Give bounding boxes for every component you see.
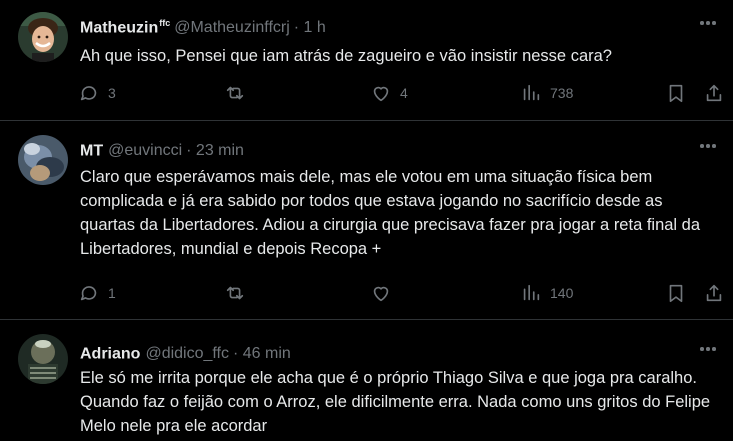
like-button[interactable]: 4 — [370, 78, 408, 108]
bookmark-icon — [669, 284, 683, 303]
handle[interactable]: @didico_ffc — [145, 345, 229, 362]
tweet-actions: 3 4 738 — [70, 78, 733, 108]
share-button[interactable] — [703, 278, 725, 308]
tweet-actions: 1 140 — [70, 278, 733, 308]
share-icon — [706, 84, 722, 102]
avatar[interactable] — [18, 12, 68, 62]
heart-icon — [373, 86, 389, 102]
tweet[interactable]: MT @euvincci · 23 min Claro que esperávamo… — [0, 121, 733, 320]
bookmark-button[interactable] — [665, 78, 687, 108]
reply-icon — [80, 86, 97, 101]
display-name[interactable]: Matheuzin — [80, 19, 158, 36]
avatar[interactable] — [18, 135, 68, 185]
tweet-text: Ele só me irrita porque ele acha que é o… — [80, 369, 711, 435]
reply-icon — [80, 286, 97, 301]
timestamp[interactable]: · 1 h — [294, 19, 326, 36]
avatar[interactable] — [18, 334, 68, 384]
heart-icon — [373, 286, 389, 302]
more-icon[interactable] — [697, 135, 719, 157]
timestamp[interactable]: · 23 min — [186, 142, 244, 159]
reply-count: 1 — [108, 285, 116, 301]
display-name[interactable]: MT — [80, 142, 103, 159]
more-icon[interactable] — [697, 12, 719, 34]
tweet-header: Matheuzinffc @Matheuzinffcrj · 1 h — [80, 12, 673, 36]
display-name[interactable]: Adriano — [80, 345, 140, 362]
retweet-icon — [226, 286, 244, 300]
views-count: 738 — [550, 85, 574, 101]
retweet-button[interactable] — [224, 78, 254, 108]
reply-button[interactable]: 1 — [78, 278, 116, 308]
tweet-feed: Matheuzinffc @Matheuzinffcrj · 1 h Ah que … — [0, 0, 733, 441]
views-icon — [523, 84, 540, 101]
reply-button[interactable]: 3 — [78, 78, 116, 108]
bookmark-button[interactable] — [665, 278, 687, 308]
retweet-button[interactable] — [224, 278, 254, 308]
handle[interactable]: @euvincci — [108, 142, 182, 159]
views-count: 140 — [550, 285, 574, 301]
tweet[interactable]: Adriano @didico_ffc · 46 min Ele só me irr… — [0, 320, 733, 441]
share-icon — [706, 284, 722, 302]
like-button[interactable] — [370, 278, 400, 308]
handle[interactable]: @Matheuzinffcrj — [174, 19, 290, 36]
timestamp[interactable]: · 46 min — [233, 345, 291, 362]
reply-count: 3 — [108, 85, 116, 101]
views-button[interactable]: 738 — [520, 78, 573, 108]
bookmark-icon — [669, 84, 683, 103]
more-icon[interactable] — [697, 338, 719, 360]
tweet-header: MT @euvincci · 23 min — [80, 135, 673, 159]
tweet[interactable]: Matheuzinffc @Matheuzinffcrj · 1 h Ah que … — [0, 0, 733, 121]
tweet-header: Adriano @didico_ffc · 46 min — [80, 338, 673, 362]
retweet-icon — [226, 86, 244, 100]
share-button[interactable] — [703, 78, 725, 108]
like-count: 4 — [400, 85, 408, 101]
tweet-text: Ah que isso, Pensei que iam atrás de zag… — [80, 47, 612, 65]
name-badge: ffc — [159, 18, 171, 28]
tweet-text: Claro que esperávamos mais dele, mas ele… — [80, 168, 701, 258]
views-icon — [523, 284, 540, 301]
views-button[interactable]: 140 — [520, 278, 573, 308]
